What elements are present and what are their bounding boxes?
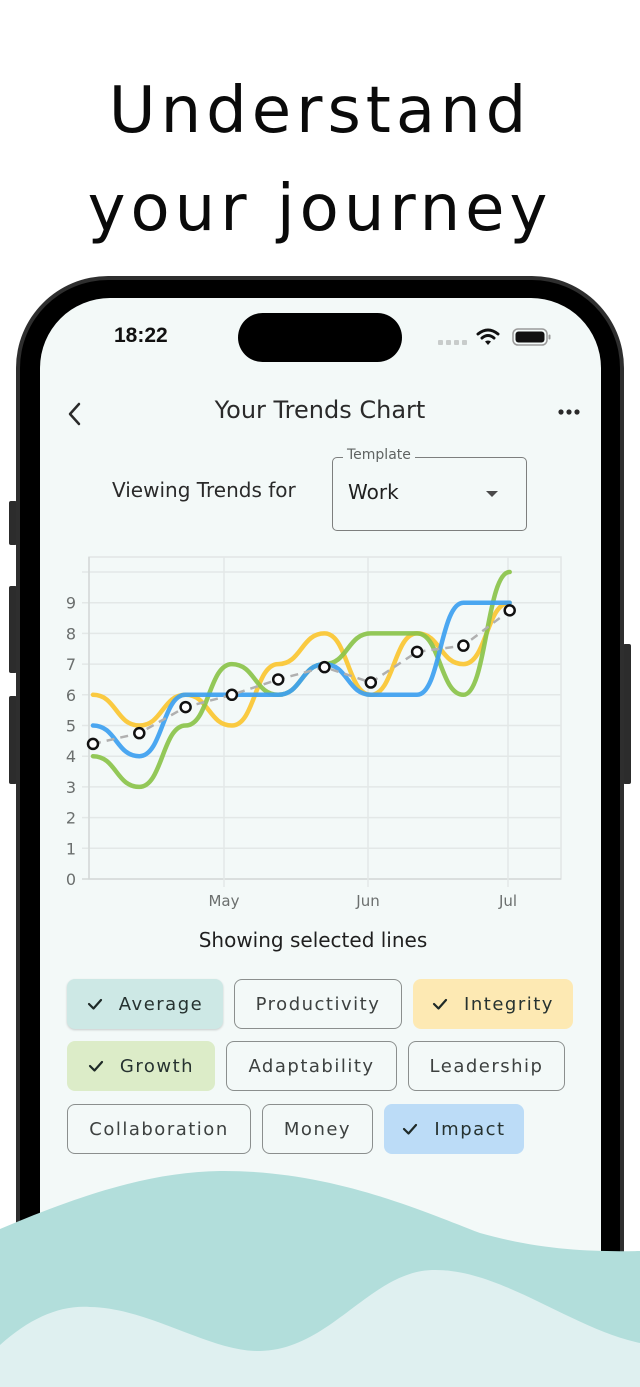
y-tick-label: 8: [66, 624, 76, 643]
viewing-trends-label: Viewing Trends for: [112, 478, 296, 502]
x-tick-label: May: [208, 892, 239, 910]
template-select-value: Work: [348, 480, 399, 504]
decorative-waves: [0, 1170, 640, 1387]
chip-productivity[interactable]: Productivity: [234, 979, 402, 1029]
average-point: [179, 700, 192, 714]
chip-integrity[interactable]: Integrity: [413, 979, 573, 1029]
headline-line-1: Understand: [108, 74, 532, 148]
chip-label: Leadership: [429, 1055, 544, 1077]
x-tick-label: Jul: [498, 892, 517, 910]
y-tick-label: 5: [66, 717, 76, 736]
average-point: [457, 639, 470, 652]
chip-label: Productivity: [255, 993, 381, 1015]
y-tick-label: 9: [66, 594, 76, 613]
dropdown-arrow-icon: [486, 491, 498, 497]
average-point: [133, 726, 146, 740]
average-point: [503, 604, 516, 617]
chip-adaptability[interactable]: Adaptability: [226, 1041, 397, 1091]
chip-growth[interactable]: Growth: [67, 1041, 215, 1091]
template-select-label: Template: [343, 447, 415, 463]
chip-leadership[interactable]: Leadership: [408, 1041, 565, 1091]
check-icon: [403, 1123, 418, 1135]
y-tick-label: 4: [66, 747, 76, 766]
chip-label: Money: [283, 1118, 352, 1140]
check-icon: [88, 1060, 104, 1072]
y-tick-label: 1: [66, 839, 76, 858]
chip-label: Average: [118, 993, 204, 1015]
y-tick-label: 2: [66, 809, 76, 828]
y-tick-label: 6: [66, 686, 76, 705]
dynamic-island: [238, 313, 402, 362]
y-tick-label: 3: [66, 778, 76, 797]
showing-selected-label: Showing selected lines: [198, 928, 428, 952]
headline: Understand your journey: [0, 62, 640, 258]
trends-chart: 0 1 2 3 4 5 6 7 8 9 May Jun Jul: [66, 556, 562, 910]
average-point: [318, 660, 331, 674]
headline-line-2: your journey: [87, 172, 553, 246]
phone-power-button: [623, 644, 631, 784]
y-tick-label: 7: [66, 655, 76, 674]
chip-label: Growth: [119, 1055, 195, 1077]
check-icon: [87, 998, 102, 1010]
chip-impact[interactable]: Impact: [384, 1104, 524, 1154]
status-time: 18:22: [114, 324, 168, 347]
average-point: [271, 673, 285, 686]
chip-label: Integrity: [464, 993, 554, 1015]
check-icon: [432, 998, 448, 1010]
more-options-icon[interactable]: [556, 405, 582, 419]
back-chevron-icon[interactable]: [64, 400, 86, 428]
signal-dots-icon: [438, 340, 467, 345]
average-point: [86, 737, 100, 751]
wifi-icon: [476, 328, 500, 345]
chip-collaboration[interactable]: Collaboration: [67, 1104, 251, 1154]
chip-label: Collaboration: [89, 1118, 229, 1140]
page-title: Your Trends Chart: [214, 396, 426, 424]
chip-label: Impact: [434, 1118, 506, 1140]
y-tick-label: 0: [66, 870, 76, 889]
chip-average[interactable]: Average: [67, 979, 223, 1029]
average-point: [364, 676, 378, 689]
template-select[interactable]: Template Work: [332, 447, 527, 531]
average-point: [410, 645, 424, 659]
chip-money[interactable]: Money: [262, 1104, 373, 1154]
x-tick-label: Jun: [355, 892, 379, 910]
chip-label: Adaptability: [248, 1055, 375, 1077]
average-point: [225, 688, 239, 702]
battery-icon: [512, 328, 551, 346]
